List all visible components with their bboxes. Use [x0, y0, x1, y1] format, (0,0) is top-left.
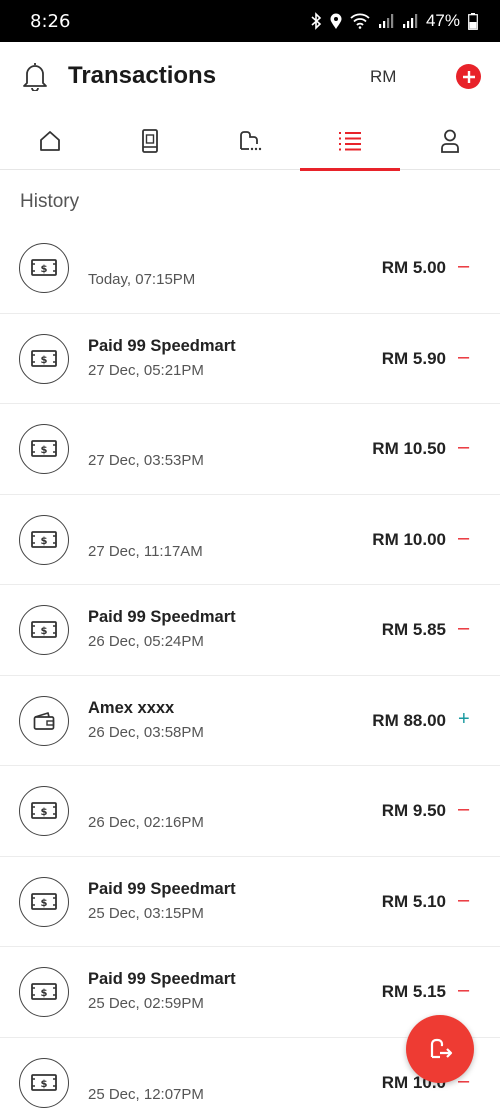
person-icon — [441, 129, 459, 153]
battery-percent: 47% — [425, 11, 460, 30]
transaction-row[interactable]: $27 Dec, 03:53PM RM 10.50– — [0, 404, 500, 495]
transaction-date: 25 Dec, 12:07PM — [88, 1085, 204, 1103]
bell-icon[interactable] — [22, 61, 48, 96]
tab-cards[interactable] — [200, 112, 300, 170]
svg-text:$: $ — [41, 355, 48, 366]
transaction-amount: RM 10.00 — [372, 529, 446, 549]
cash-icon: $ — [19, 1057, 69, 1108]
card-stack-icon — [240, 131, 262, 151]
debit-sign: – — [458, 798, 470, 820]
transaction-amount: RM 88.00 — [372, 710, 446, 730]
transaction-date: 26 Dec, 03:58PM — [88, 723, 204, 741]
add-button[interactable] — [456, 64, 481, 89]
section-title: History — [20, 191, 80, 212]
debit-sign: – — [458, 888, 470, 911]
list-icon — [339, 132, 361, 151]
transaction-amount: RM 9.50 — [381, 801, 446, 820]
cash-icon: $ — [19, 514, 69, 565]
transaction-date: 26 Dec, 05:24PM — [88, 633, 204, 650]
tab-transactions[interactable] — [300, 112, 400, 171]
svg-text:$: $ — [41, 807, 48, 818]
transaction-date: 27 Dec, 11:17AM — [88, 542, 203, 560]
tab-device[interactable] — [100, 112, 200, 170]
page-title: Transactions — [68, 62, 217, 89]
currency-selector[interactable]: RM — [370, 67, 396, 87]
debit-sign: – — [458, 526, 470, 549]
debit-sign: – — [458, 436, 470, 458]
transaction-row[interactable]: $ Today, 07:15PM RM 5.00– — [0, 223, 500, 314]
transaction-date: 25 Dec, 03:15PM — [88, 904, 204, 922]
svg-text:$: $ — [41, 264, 48, 275]
app-header: Transactions RM — [0, 42, 500, 112]
transaction-amount: RM 5.15 — [381, 982, 446, 1001]
tab-bar — [0, 112, 500, 171]
transaction-row[interactable]: $26 Dec, 02:16PM RM 9.50– — [0, 766, 500, 857]
transaction-merchant: Amex xxxx — [88, 698, 175, 717]
debit-sign: – — [458, 617, 470, 639]
cash-icon: $ — [19, 605, 69, 655]
transaction-date: 25 Dec, 02:59PM — [88, 995, 204, 1012]
transaction-list: $ Today, 07:15PM RM 5.00– $ Paid 99 Speedmar… — [0, 223, 500, 1111]
debit-sign: – — [458, 345, 470, 368]
signal-icon-2 — [402, 13, 418, 29]
svg-text:$: $ — [41, 1079, 48, 1090]
transaction-amount: RM 5.10 — [381, 891, 446, 911]
credit-sign: + — [458, 707, 470, 730]
wallet-icon — [19, 695, 69, 746]
transaction-amount: RM 5.85 — [381, 620, 446, 639]
status-icons: 47% — [310, 11, 478, 31]
svg-text:$: $ — [41, 626, 48, 637]
cash-icon: $ — [19, 333, 69, 384]
transaction-merchant: Paid 99 Speedmart — [88, 879, 236, 898]
transaction-amount: RM 10.50 — [372, 439, 446, 458]
wifi-icon — [350, 13, 370, 29]
svg-text:$: $ — [41, 445, 48, 456]
signal-icon-1 — [378, 13, 394, 29]
transfer-icon — [430, 1038, 453, 1059]
cash-icon: $ — [19, 967, 69, 1017]
tab-profile[interactable] — [400, 112, 500, 170]
cash-icon: $ — [19, 243, 69, 293]
transaction-date: 27 Dec, 03:53PM — [88, 452, 204, 469]
transaction-row[interactable]: Amex xxxx 26 Dec, 03:58PM RM 88.00 + — [0, 676, 500, 766]
cash-icon: $ — [19, 424, 69, 474]
transaction-date: 27 Dec, 05:21PM — [88, 361, 204, 379]
cash-icon: $ — [19, 876, 69, 927]
debit-sign: – — [458, 255, 470, 277]
plus-icon — [462, 70, 475, 83]
transaction-row[interactable]: $ Paid 99 Speedmart 26 Dec, 05:24PM RM 5.85… — [0, 585, 500, 676]
svg-text:$: $ — [41, 988, 48, 999]
svg-text:$: $ — [41, 536, 48, 547]
transaction-merchant: Paid 99 Speedmart — [88, 970, 236, 988]
tab-home[interactable] — [0, 112, 100, 170]
transaction-row[interactable]: $ Paid 99 Speedmart 25 Dec, 03:15PM RM 5.10… — [0, 857, 500, 947]
transaction-row[interactable]: $27 Dec, 11:17AM RM 10.00– — [0, 495, 500, 585]
status-time: 8:26 — [30, 10, 71, 32]
transaction-row[interactable]: $ Paid 99 Speedmart 27 Dec, 05:21PM RM 5.90… — [0, 314, 500, 404]
transaction-date: 26 Dec, 02:16PM — [88, 814, 204, 831]
debit-sign: – — [458, 979, 470, 1001]
bluetooth-icon — [310, 12, 322, 30]
transaction-date: Today, 07:15PM — [88, 271, 196, 288]
transfer-fab[interactable] — [406, 1015, 474, 1083]
transaction-amount: RM 5.00 — [381, 258, 446, 277]
cash-icon: $ — [19, 786, 69, 836]
phone-icon — [142, 129, 158, 153]
transaction-merchant: Paid 99 Speedmart — [88, 336, 236, 355]
transaction-merchant: Paid 99 Speedmart — [88, 608, 236, 626]
battery-icon — [468, 12, 478, 30]
status-bar: 8:26 47% — [0, 0, 500, 42]
svg-text:$: $ — [41, 898, 48, 909]
location-icon — [330, 13, 342, 30]
transaction-amount: RM 5.90 — [381, 348, 446, 368]
home-icon — [40, 131, 60, 151]
